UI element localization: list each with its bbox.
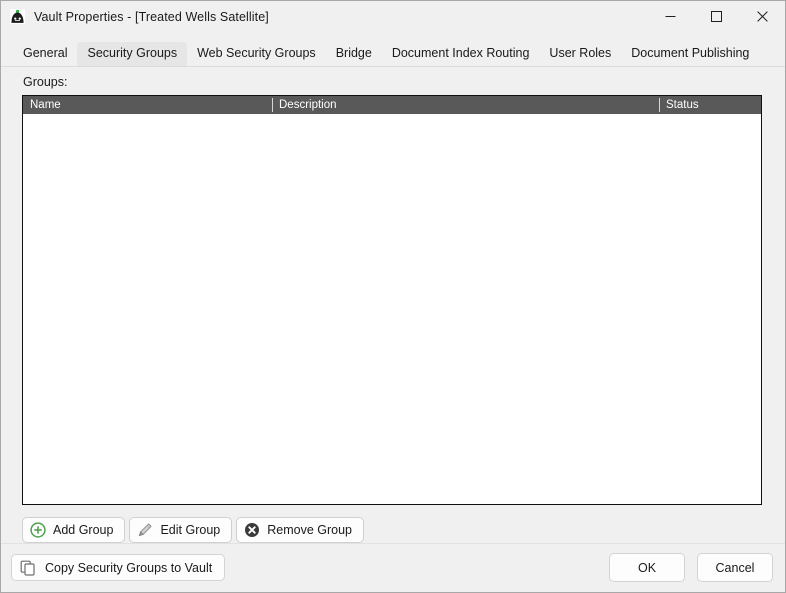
add-group-label: Add Group <box>53 523 114 537</box>
remove-group-label: Remove Group <box>267 523 352 537</box>
dialog-buttons: OK Cancel <box>609 553 773 582</box>
tab-document-publishing[interactable]: Document Publishing <box>621 42 759 66</box>
tab-web-security-groups[interactable]: Web Security Groups <box>187 42 326 66</box>
minimize-icon <box>665 11 676 22</box>
dialog-footer: Copy Security Groups to Vault OK Cancel <box>1 543 785 592</box>
groups-label: Groups: <box>23 75 68 89</box>
group-actions: Add Group Edit Group Remove Group <box>22 517 364 543</box>
ok-button[interactable]: OK <box>609 553 685 582</box>
minimize-button[interactable] <box>647 1 693 32</box>
copy-icon <box>20 560 36 576</box>
copy-security-groups-button[interactable]: Copy Security Groups to Vault <box>11 554 226 581</box>
cancel-button[interactable]: Cancel <box>697 553 773 582</box>
add-group-button[interactable]: Add Group <box>22 517 126 543</box>
remove-circle-icon <box>244 522 260 538</box>
remove-group-button[interactable]: Remove Group <box>236 517 364 543</box>
column-header-description[interactable]: Description <box>272 96 659 114</box>
tab-user-roles[interactable]: User Roles <box>539 42 621 66</box>
tab-general[interactable]: General <box>13 42 77 66</box>
maximize-icon <box>710 11 722 22</box>
vault-properties-window: Vault Properties - [Treated Wells Satell… <box>0 0 786 593</box>
pencil-icon <box>137 522 153 538</box>
copy-security-groups-label: Copy Security Groups to Vault <box>45 560 213 575</box>
edit-group-button[interactable]: Edit Group <box>129 517 233 543</box>
tab-bridge[interactable]: Bridge <box>326 42 382 66</box>
window-controls <box>647 1 785 32</box>
close-icon <box>756 11 768 22</box>
close-button[interactable] <box>739 1 785 32</box>
groups-list-header: Name Description Status <box>23 96 761 114</box>
groups-list-body[interactable] <box>23 114 761 504</box>
security-groups-panel: Groups: Name Description Status Add Grou… <box>1 66 785 543</box>
add-circle-icon <box>30 522 46 538</box>
edit-group-label: Edit Group <box>160 523 221 537</box>
tab-document-index-routing[interactable]: Document Index Routing <box>382 42 540 66</box>
vault-app-icon <box>9 8 26 25</box>
tab-security-groups[interactable]: Security Groups <box>77 42 188 66</box>
groups-list[interactable]: Name Description Status <box>22 95 762 505</box>
column-header-status[interactable]: Status <box>659 96 761 114</box>
title-bar: Vault Properties - [Treated Wells Satell… <box>1 1 785 32</box>
maximize-button[interactable] <box>693 1 739 32</box>
window-title: Vault Properties - [Treated Wells Satell… <box>34 9 269 24</box>
column-header-name[interactable]: Name <box>23 96 272 114</box>
tab-strip: General Security Groups Web Security Gro… <box>13 42 785 66</box>
